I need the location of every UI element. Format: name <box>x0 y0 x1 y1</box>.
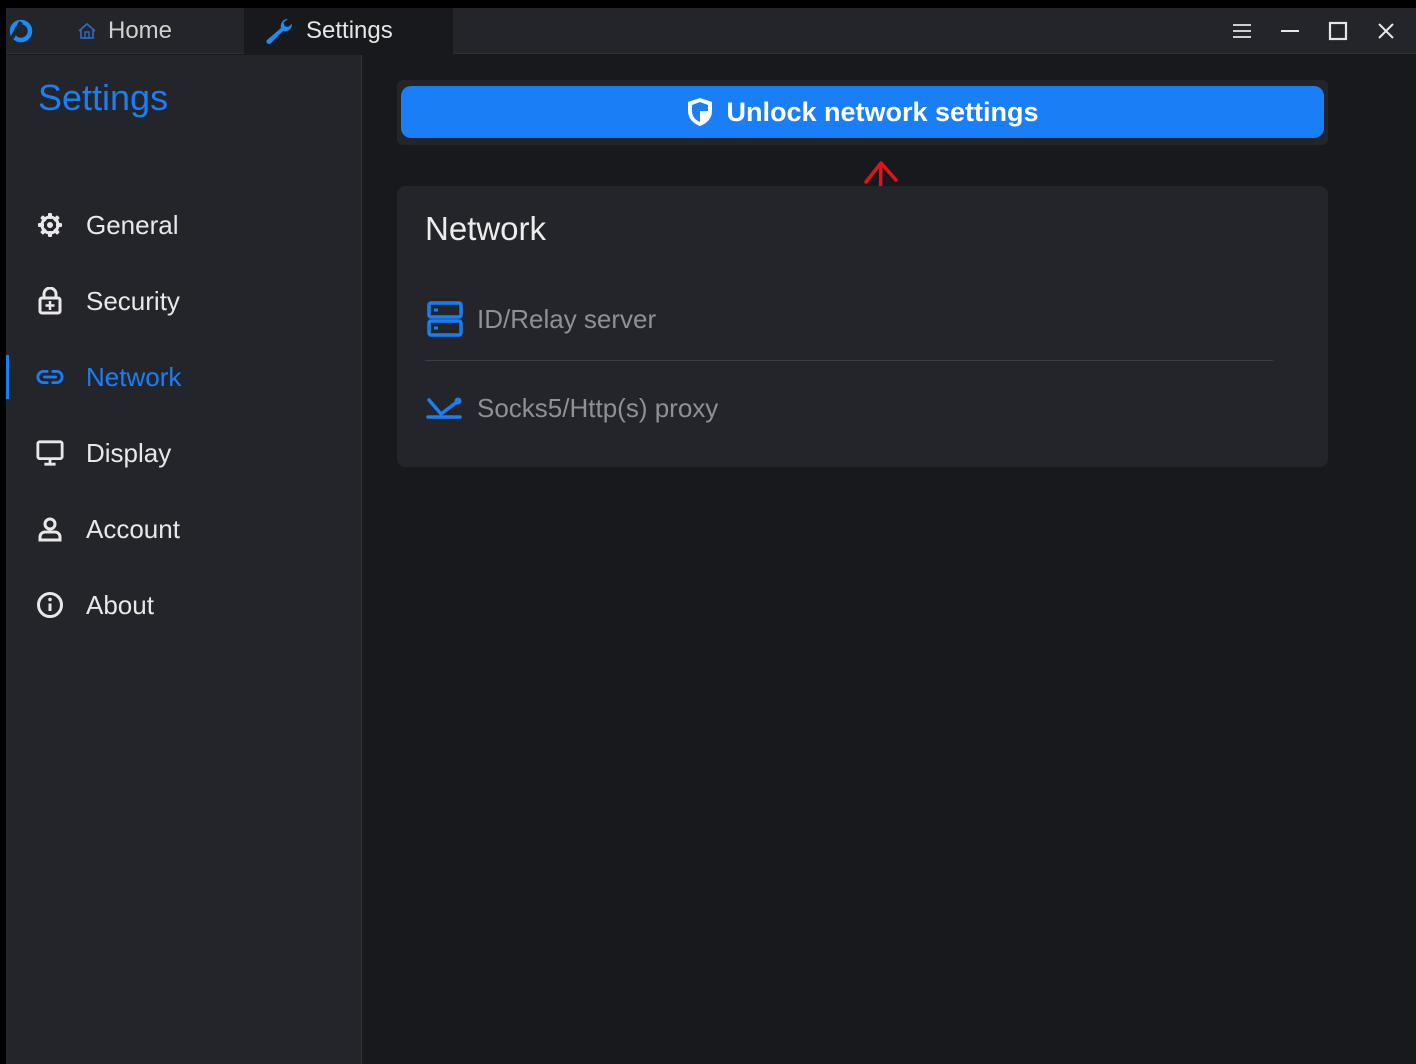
monitor-icon <box>36 439 64 467</box>
sidebar-item-label: General <box>86 209 179 240</box>
menu-icon <box>1233 24 1251 38</box>
tab-home[interactable]: Home <box>76 8 244 54</box>
sidebar-item-display[interactable]: Display <box>6 423 362 483</box>
person-icon <box>36 515 64 543</box>
wrench-icon <box>266 18 293 44</box>
info-icon <box>36 591 64 619</box>
sidebar-item-label: Network <box>86 361 182 392</box>
sidebar-item-label: Display <box>86 437 172 468</box>
sidebar-item-account[interactable]: Account <box>6 499 362 559</box>
sidebar-item-label: Security <box>86 285 180 316</box>
proxy-label: Socks5/Http(s) proxy <box>477 392 719 423</box>
id-relay-server-label: ID/Relay server <box>477 303 657 334</box>
sidebar-item-general[interactable]: General <box>6 195 362 255</box>
network-card-title: Network <box>425 210 547 247</box>
minimize-icon <box>1281 30 1299 32</box>
app-logo-icon <box>9 19 33 43</box>
sidebar-item-security[interactable]: Security <box>6 271 362 331</box>
sidebar: Settings General Security Network Displa… <box>6 55 362 1064</box>
sidebar-item-label: Account <box>86 513 180 544</box>
unlock-button-label: Unlock network settings <box>726 96 1039 127</box>
server-icon <box>427 301 463 337</box>
link-icon <box>36 363 64 391</box>
unlock-network-settings-button[interactable]: Unlock network settings <box>401 86 1324 138</box>
close-button[interactable] <box>1364 8 1408 54</box>
menu-button[interactable] <box>1220 8 1264 54</box>
sidebar-title: Settings <box>38 77 169 118</box>
row-divider <box>425 360 1273 361</box>
proxy-row[interactable]: Socks5/Http(s) proxy <box>425 378 1273 438</box>
app-window: Home Settings Settings General Security … <box>6 8 1416 1064</box>
home-icon <box>78 22 96 39</box>
shield-icon <box>688 98 713 126</box>
sidebar-item-about[interactable]: About <box>6 575 362 635</box>
network-card: Network ID/Relay server Socks5/Http(s) p… <box>397 186 1328 467</box>
sidebar-item-network[interactable]: Network <box>6 347 362 407</box>
sidebar-item-label: About <box>86 589 154 620</box>
tab-settings-label: Settings <box>306 17 393 44</box>
title-bar: Home Settings <box>6 8 1416 54</box>
gear-icon <box>36 211 64 239</box>
tab-settings[interactable]: Settings <box>244 8 453 54</box>
proxy-icon <box>426 397 462 419</box>
unlock-card: Unlock network settings <box>397 80 1328 145</box>
tab-home-label: Home <box>108 17 173 44</box>
close-icon <box>1378 23 1394 39</box>
id-relay-server-row[interactable]: ID/Relay server <box>425 289 1273 349</box>
maximize-button[interactable] <box>1316 8 1360 54</box>
minimize-button[interactable] <box>1268 8 1312 54</box>
maximize-icon <box>1328 21 1348 41</box>
lock-icon <box>36 287 64 315</box>
